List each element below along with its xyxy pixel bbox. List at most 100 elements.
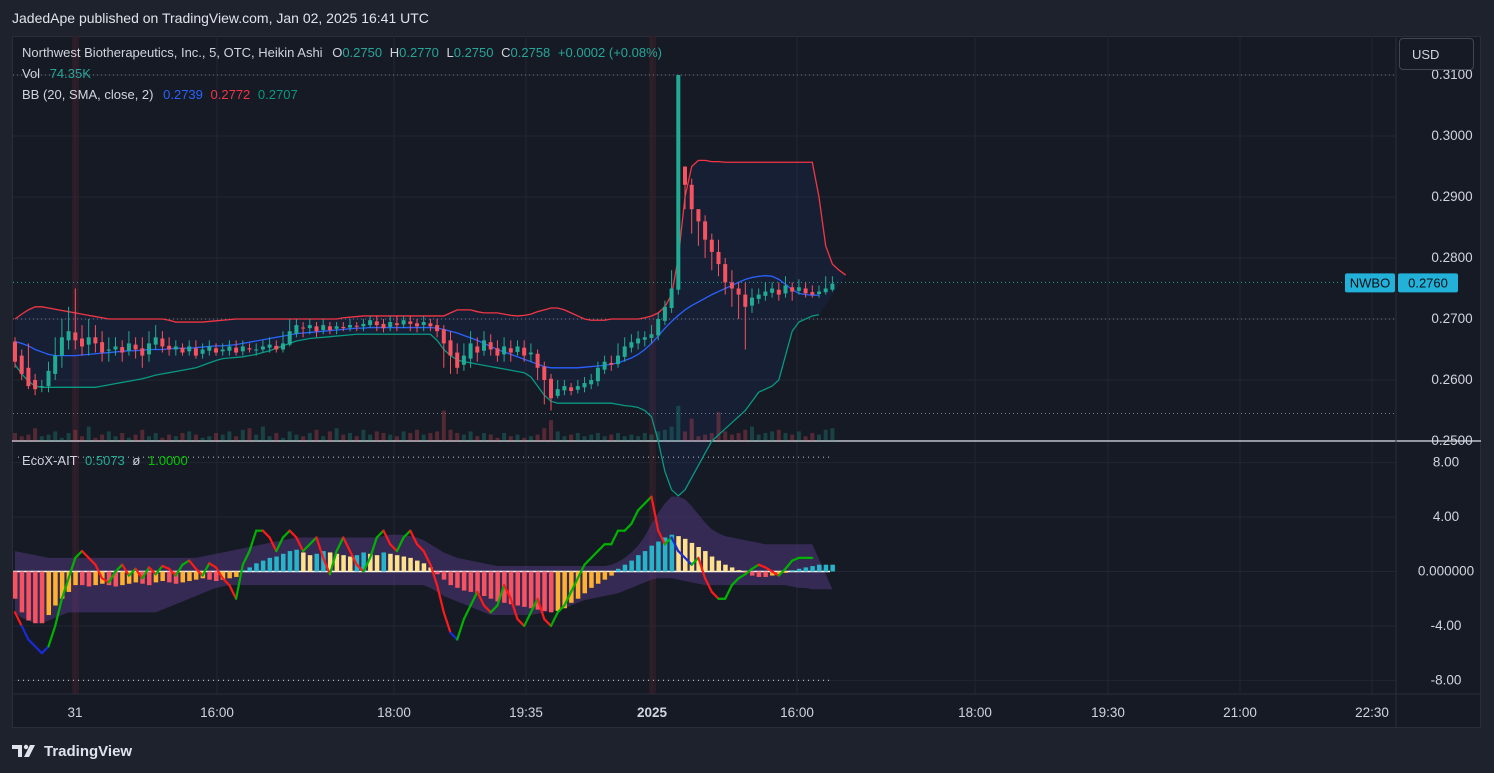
candle-body[interactable] — [73, 332, 78, 341]
symbol-title[interactable]: Northwest Biotherapeutics, Inc., 5, OTC,… — [22, 45, 323, 60]
candle-body[interactable] — [86, 337, 91, 345]
candle-body[interactable] — [522, 347, 527, 356]
vol-label[interactable]: Vol — [22, 66, 40, 81]
candle-body[interactable] — [582, 383, 587, 388]
candle-body[interactable] — [408, 321, 413, 324]
candle-body[interactable] — [140, 348, 145, 356]
candle-body[interactable] — [294, 325, 299, 334]
candle-body[interactable] — [287, 331, 292, 345]
candle-body[interactable] — [234, 347, 239, 353]
candle-body[interactable] — [830, 283, 835, 290]
bb-label[interactable]: BB (20, SMA, close, 2) — [22, 87, 154, 102]
candle-body[interactable] — [26, 367, 31, 387]
candle-body[interactable] — [796, 287, 801, 291]
candle-body[interactable] — [595, 367, 600, 382]
candle-body[interactable] — [334, 326, 339, 329]
candle-body[interactable] — [321, 325, 326, 330]
candle-body[interactable] — [703, 221, 708, 240]
candle-body[interactable] — [368, 320, 373, 326]
candle-body[interactable] — [173, 346, 178, 350]
candle-body[interactable] — [421, 322, 426, 326]
candle-body[interactable] — [589, 380, 594, 385]
candle-body[interactable] — [709, 239, 714, 252]
candle-body[interactable] — [160, 338, 165, 347]
candle-body[interactable] — [66, 331, 71, 341]
candle-body[interactable] — [649, 334, 654, 338]
candle-body[interactable] — [669, 288, 674, 309]
candle-body[interactable] — [354, 325, 359, 327]
candle-body[interactable] — [817, 291, 821, 294]
candle-body[interactable] — [167, 345, 172, 350]
candle-body[interactable] — [495, 348, 500, 356]
candle-body[interactable] — [381, 323, 386, 329]
candle-body[interactable] — [120, 347, 125, 353]
candle-body[interactable] — [207, 346, 212, 351]
candle-body[interactable] — [723, 264, 728, 283]
candle-body[interactable] — [80, 338, 84, 347]
candle-body[interactable] — [59, 337, 64, 356]
candle-body[interactable] — [39, 386, 44, 388]
candle-body[interactable] — [750, 297, 754, 306]
candle-body[interactable] — [441, 329, 446, 344]
candle-body[interactable] — [636, 338, 641, 344]
candle-body[interactable] — [46, 370, 51, 387]
candle-body[interactable] — [736, 288, 741, 295]
candle-body[interactable] — [662, 306, 667, 321]
currency-button[interactable]: USD — [1399, 38, 1474, 70]
candle-body[interactable] — [193, 348, 198, 356]
candle-body[interactable] — [676, 75, 681, 290]
candle-body[interactable] — [341, 326, 346, 329]
candle-body[interactable] — [260, 346, 265, 350]
candle-body[interactable] — [374, 321, 379, 326]
ecox-label[interactable]: EcoX-AIT — [22, 453, 77, 468]
candle-body[interactable] — [642, 337, 647, 340]
candle-body[interactable] — [247, 348, 252, 350]
candle-body[interactable] — [301, 327, 306, 329]
candle-body[interactable] — [348, 325, 352, 328]
chart-canvas[interactable]: 0.25000.26000.27000.28000.29000.30000.31… — [0, 0, 1494, 773]
candle-body[interactable] — [153, 337, 158, 345]
candle-body[interactable] — [689, 184, 694, 210]
candle-body[interactable] — [569, 387, 574, 391]
candle-body[interactable] — [93, 337, 98, 344]
candle-body[interactable] — [415, 323, 419, 327]
candle-body[interactable] — [274, 345, 279, 350]
candle-body[interactable] — [482, 340, 486, 351]
candle-body[interactable] — [629, 342, 634, 348]
candle-body[interactable] — [515, 346, 520, 352]
candle-body[interactable] — [227, 346, 232, 351]
candle-body[interactable] — [696, 209, 701, 222]
candle-body[interactable] — [770, 288, 775, 293]
candle-body[interactable] — [488, 342, 493, 350]
candle-body[interactable] — [783, 285, 788, 294]
candle-body[interactable] — [220, 349, 225, 352]
candle-body[interactable] — [528, 352, 533, 355]
candle-body[interactable] — [267, 344, 272, 348]
candle-body[interactable] — [394, 323, 399, 326]
candle-body[interactable] — [455, 352, 460, 368]
candle-body[interactable] — [113, 346, 118, 350]
candle-body[interactable] — [763, 291, 768, 296]
candle-body[interactable] — [602, 361, 607, 370]
candle-body[interactable] — [810, 292, 815, 295]
candle-body[interactable] — [448, 340, 453, 356]
candle-body[interactable] — [314, 326, 319, 332]
candle-body[interactable] — [475, 346, 480, 353]
candle-body[interactable] — [435, 325, 440, 332]
candle-body[interactable] — [214, 348, 218, 353]
candle-body[interactable] — [180, 347, 185, 353]
candle-body[interactable] — [388, 322, 393, 327]
candle-body[interactable] — [200, 349, 205, 354]
candle-body[interactable] — [327, 326, 332, 330]
candle-body[interactable] — [609, 362, 614, 365]
candle-body[interactable] — [743, 294, 748, 307]
candle-body[interactable] — [254, 349, 259, 351]
candle-body[interactable] — [622, 346, 627, 357]
candle-body[interactable] — [428, 323, 433, 327]
candle-body[interactable] — [823, 288, 828, 293]
candle-body[interactable] — [126, 343, 131, 351]
candle-body[interactable] — [106, 349, 111, 351]
candle-body[interactable] — [100, 342, 105, 353]
candle-body[interactable] — [401, 320, 406, 325]
candle-body[interactable] — [555, 389, 560, 396]
